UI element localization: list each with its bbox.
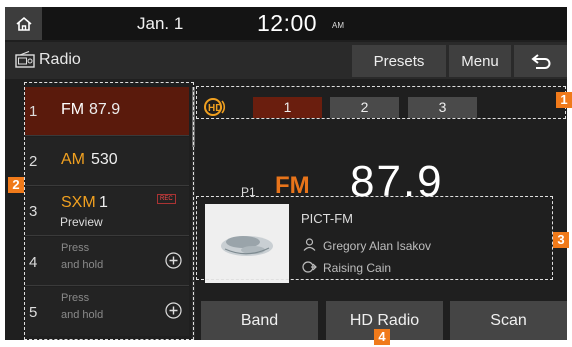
preset-frequency: 1: [99, 194, 108, 211]
status-ampm: AM: [332, 21, 344, 30]
radio-icon: [15, 51, 35, 68]
scrollbar-thumb[interactable]: [192, 87, 195, 147]
preset-frequency: 87.9: [89, 101, 121, 118]
artist-icon: [303, 238, 316, 251]
callout-badge-4: 4: [374, 329, 390, 345]
preset-item-3[interactable]: 3 SXM 1 Preview REC: [25, 187, 189, 236]
preset-number: 5: [29, 304, 38, 321]
presets-button[interactable]: Presets: [352, 45, 446, 77]
press-hint-line1: Press: [61, 242, 90, 254]
add-preset-icon[interactable]: [165, 252, 182, 269]
current-frequency: 87.9: [350, 157, 444, 206]
rec-badge: REC: [157, 194, 176, 204]
preset-item-1[interactable]: 1 FM 87.9: [25, 87, 189, 136]
song-title: Raising Cain: [323, 261, 392, 275]
station-name: PICT-FM: [301, 211, 353, 226]
back-button[interactable]: [514, 45, 567, 77]
preset-list: 1 FM 87.9 2 AM 530 3 SXM 1 Preview REC 4…: [25, 87, 189, 340]
status-time: 12:00: [257, 10, 318, 36]
scan-button[interactable]: Scan: [450, 301, 567, 340]
add-preset-icon[interactable]: [165, 302, 182, 319]
preset-item-2[interactable]: 2 AM 530: [25, 137, 189, 186]
album-art: [205, 204, 289, 283]
preset-frequency: 530: [91, 151, 118, 168]
press-hint-line1: Press: [61, 292, 90, 304]
title-bar: Radio Presets Menu: [5, 42, 567, 79]
status-bar: Jan. 1 12:00 AM: [5, 7, 567, 40]
preset-number: 4: [29, 254, 38, 271]
preset-band: AM: [61, 151, 85, 168]
status-date: Jan. 1: [137, 14, 184, 33]
page-title: Radio: [39, 51, 81, 68]
album-art-image: [205, 204, 289, 283]
press-hint-line2: and hold: [61, 309, 104, 321]
hd-channel-2[interactable]: 2: [330, 97, 399, 118]
callout-badge-3: 3: [553, 232, 569, 248]
preset-number: 2: [29, 153, 38, 170]
hd-channel-1[interactable]: 1: [253, 97, 322, 118]
home-button[interactable]: [5, 7, 42, 40]
preset-item-5[interactable]: 5 Press and hold: [25, 287, 189, 336]
preset-scrollbar[interactable]: [192, 87, 195, 340]
press-hint-line2: and hold: [61, 259, 104, 271]
radio-screen: Jan. 1 12:00 AM Radio Presets Menu 1 FM …: [5, 7, 567, 340]
callout-badge-2: 2: [8, 177, 24, 193]
preset-band: FM: [61, 101, 85, 118]
band-button[interactable]: Band: [201, 301, 318, 340]
svg-text:HD: HD: [208, 103, 222, 114]
home-icon: [15, 16, 32, 31]
preset-number: 1: [29, 103, 38, 120]
preset-number: 3: [29, 203, 38, 220]
song-icon: [302, 261, 317, 273]
preset-item-4[interactable]: 4 Press and hold: [25, 237, 189, 286]
preset-band: SXM: [61, 194, 96, 211]
callout-badge-1: 1: [556, 92, 572, 108]
hd-channel-3[interactable]: 3: [408, 97, 477, 118]
current-preset-label: P1: [241, 185, 256, 199]
preset-subtitle: Preview: [60, 215, 103, 229]
back-arrow-icon: [530, 54, 550, 69]
hd-radio-logo-icon: HD: [204, 98, 226, 116]
menu-button[interactable]: Menu: [449, 45, 511, 77]
current-band: FM: [275, 172, 310, 199]
artist-name: Gregory Alan Isakov: [323, 239, 432, 253]
